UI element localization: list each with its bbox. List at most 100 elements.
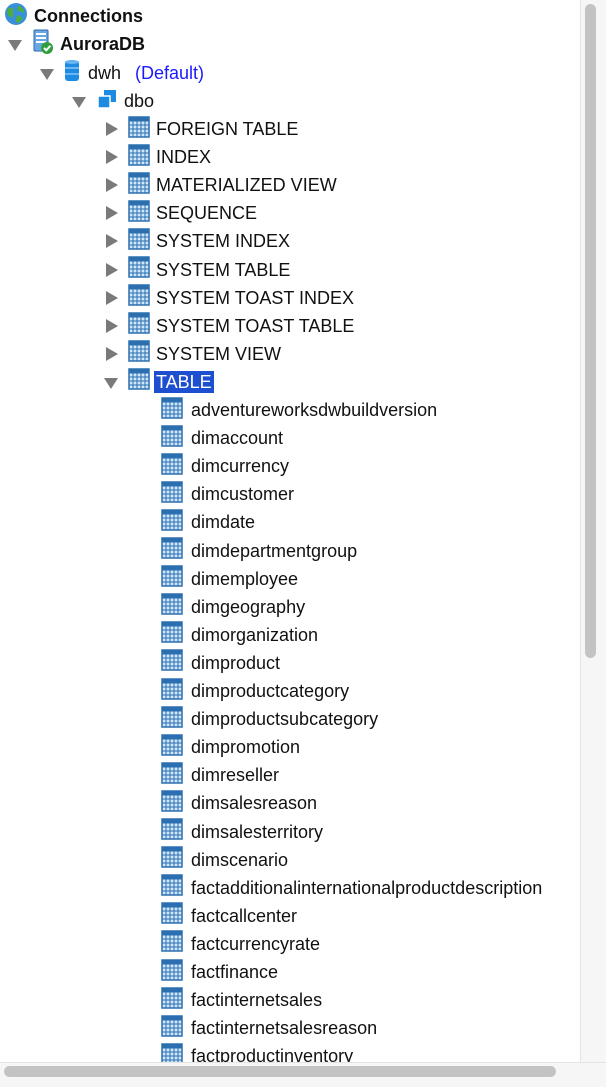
tree-table-item[interactable]: dimsalesreason (161, 789, 317, 817)
globe-icon (4, 2, 28, 31)
tree-table-item[interactable]: dimproduct (161, 649, 280, 677)
tree-table-label: factcallcenter (191, 905, 298, 926)
table-grid-icon (128, 312, 150, 339)
connection-label: AuroraDB (60, 34, 146, 54)
tree-folder-label: TABLE (154, 370, 214, 393)
table-grid-icon (128, 228, 150, 255)
table-grid-icon (128, 200, 150, 227)
collapse-toggle-icon[interactable] (104, 375, 118, 389)
tree-table-label: dimdate (191, 512, 256, 533)
tree-table-item[interactable]: dimpromotion (161, 733, 300, 761)
database-server-connected-icon (32, 29, 54, 60)
tree-table-label: factinternetsales (191, 990, 323, 1011)
table-grid-icon (161, 818, 183, 845)
table-grid-icon (161, 649, 183, 676)
tree-table-item[interactable]: dimdate (161, 508, 255, 536)
tree-table-label: factproductinventory (191, 1046, 354, 1062)
tree-node-dwh[interactable]: dwh (Default) (40, 59, 204, 87)
tree-table-label: dimgeography (191, 596, 306, 617)
table-grid-icon (128, 340, 150, 367)
tree-viewport[interactable]: Connections AuroraDB dwh (Default) dbo F… (0, 0, 578, 1062)
table-grid-icon (161, 677, 183, 705)
tree-table-item[interactable]: adventureworksdwbuildversion (161, 396, 437, 424)
expand-toggle-icon[interactable] (40, 66, 54, 80)
tree-root-connections[interactable]: Connections (4, 2, 143, 30)
table-grid-icon (161, 874, 183, 901)
tree-table-label: factinternetsalesreason (191, 1018, 378, 1039)
expand-toggle-icon[interactable] (104, 262, 118, 277)
tree-folder-table[interactable]: TABLE (104, 368, 214, 396)
schema-icon (96, 88, 118, 115)
table-grid-icon (161, 481, 183, 508)
tree-node-auroradb[interactable]: AuroraDB (8, 29, 146, 60)
schema-label: dbo (124, 91, 155, 111)
tree-table-item[interactable]: dimemployee (161, 565, 298, 593)
tree-table-item[interactable]: dimsalesterritory (161, 818, 323, 846)
expand-toggle-icon[interactable] (104, 290, 118, 305)
tree-node-dbo[interactable]: dbo (72, 87, 154, 115)
tree-table-item[interactable]: factcurrencyrate (161, 930, 320, 958)
table-grid-icon (161, 396, 183, 424)
horizontal-scrollbar-thumb[interactable] (4, 1066, 556, 1077)
tree-folder-sequence[interactable]: SEQUENCE (104, 199, 257, 227)
table-grid-icon (161, 705, 183, 733)
expand-toggle-icon[interactable] (104, 150, 118, 165)
tree-table-item[interactable]: factfinance (161, 958, 278, 986)
tree-table-item[interactable]: factinternetsales (161, 986, 322, 1014)
tree-folder-label: MATERIALIZED VIEW (156, 175, 337, 196)
tree-table-label: dimproduct (191, 652, 281, 673)
table-grid-icon (161, 1014, 183, 1042)
table-grid-icon (128, 143, 150, 171)
expand-toggle-icon[interactable] (72, 94, 86, 108)
tree-folder-label: FOREIGN TABLE (156, 119, 299, 139)
table-grid-icon (128, 171, 150, 199)
tree-folder-system-view[interactable]: SYSTEM VIEW (104, 340, 281, 368)
tree-table-item[interactable]: dimcustomer (161, 480, 294, 508)
tree-table-item[interactable]: factinternetsalesreason (161, 1014, 377, 1042)
tree-folder-system-toast-table[interactable]: SYSTEM TOAST TABLE (104, 312, 354, 340)
tree-table-item[interactable]: dimorganization (161, 621, 318, 649)
expand-toggle-icon[interactable] (8, 37, 22, 51)
tree-table-label: dimsalesreason (191, 793, 318, 814)
tree-folder-system-toast-index[interactable]: SYSTEM TOAST INDEX (104, 284, 354, 312)
expand-toggle-icon[interactable] (104, 234, 118, 249)
tree-table-item[interactable]: factcallcenter (161, 902, 297, 930)
tree-table-item[interactable]: factadditionalinternationalproductdescri… (161, 874, 542, 902)
table-grid-icon (161, 958, 183, 986)
tree-folder-materialized-view[interactable]: MATERIALIZED VIEW (104, 171, 337, 199)
table-grid-icon (161, 790, 183, 817)
table-grid-icon (161, 930, 183, 957)
tree-root-label: Connections (34, 6, 144, 26)
tree-folder-index[interactable]: INDEX (104, 143, 211, 171)
tree-table-item[interactable]: factproductinventory (161, 1042, 353, 1062)
tree-table-label: dimsalesterritory (191, 821, 324, 842)
tree-table-item[interactable]: dimscenario (161, 846, 288, 874)
expand-toggle-icon[interactable] (104, 206, 118, 221)
tree-table-item[interactable]: dimaccount (161, 424, 283, 452)
expand-toggle-icon[interactable] (104, 318, 118, 333)
tree-table-item[interactable]: dimcurrency (161, 452, 289, 480)
vertical-scrollbar-thumb[interactable] (585, 4, 596, 658)
expand-toggle-icon[interactable] (104, 178, 118, 193)
tree-table-label: dimdepartmentgroup (191, 540, 358, 561)
tree-table-item[interactable]: dimproductcategory (161, 677, 349, 705)
expand-toggle-icon[interactable] (104, 346, 118, 361)
tree-table-item[interactable]: dimproductsubcategory (161, 705, 378, 733)
tree-folder-label: SEQUENCE (156, 203, 258, 224)
tree-table-item[interactable]: dimreseller (161, 761, 279, 789)
expand-toggle-icon[interactable] (104, 122, 118, 136)
tree-table-label: factadditionalinternationalproductdescri… (191, 877, 543, 898)
tree-table-label: factcurrencyrate (191, 933, 321, 954)
table-grid-icon (161, 902, 183, 929)
database-label: dwh (88, 63, 122, 83)
tree-folder-system-index[interactable]: SYSTEM INDEX (104, 227, 290, 255)
tree-table-item[interactable]: dimdepartmentgroup (161, 537, 357, 565)
tree-folder-foreign-table[interactable]: FOREIGN TABLE (104, 115, 298, 143)
tree-folder-system-table[interactable]: SYSTEM TABLE (104, 256, 290, 284)
table-grid-icon (128, 368, 150, 395)
tree-table-label: factfinance (191, 962, 279, 982)
table-grid-icon (161, 565, 183, 592)
table-grid-icon (161, 537, 183, 564)
table-grid-icon (161, 509, 183, 536)
tree-table-item[interactable]: dimgeography (161, 593, 305, 621)
